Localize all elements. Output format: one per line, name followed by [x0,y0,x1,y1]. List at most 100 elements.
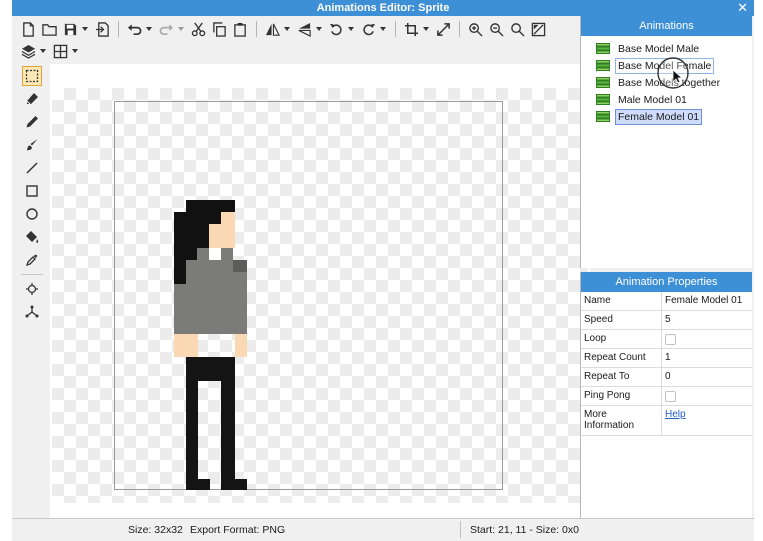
sprite-canvas[interactable] [50,64,590,519]
grid-icon[interactable] [50,41,70,61]
film-strip-icon [595,75,611,91]
sprite-foot-right [221,479,247,490]
fill-bucket-icon[interactable] [22,227,42,247]
status-size: Size: 32x32 [128,524,183,536]
sprite-hair [186,200,235,212]
property-label: Repeat Count [581,349,662,367]
window-title: Animations Editor: Sprite [316,2,450,14]
animation-item[interactable]: Male Model 01 [581,91,752,108]
status-divider [460,521,461,538]
attach-point-icon[interactable] [22,302,42,322]
property-row-loop: Loop [581,330,752,349]
toolbar-separator [459,21,460,37]
layers-dropdown-icon[interactable] [39,41,47,61]
animation-properties-panel: Animation Properties Name Female Model 0… [580,272,752,518]
sprite-hand-right [235,334,247,357]
sprite-face [209,224,221,248]
crop-dropdown-icon[interactable] [422,19,430,39]
redo-icon[interactable] [156,19,176,39]
copy-icon[interactable] [209,19,229,39]
help-link[interactable]: Help [665,409,686,420]
title-bar: Animations Editor: Sprite ✕ [12,0,754,16]
rotate-left-icon[interactable] [326,19,346,39]
animations-panel: Animations Base Model Male Base Model Fe… [580,16,752,268]
zoom-actual-icon[interactable] [528,19,548,39]
grid-dropdown-icon[interactable] [71,41,79,61]
eraser-icon[interactable] [22,89,42,109]
rotate-left-dropdown-icon[interactable] [347,19,355,39]
toolbar-separator [118,21,119,37]
close-icon[interactable]: ✕ [737,0,748,16]
toolbar-separator [256,21,257,37]
sprite-hair [209,212,221,224]
flip-vertical-icon[interactable] [294,19,314,39]
zoom-in-icon[interactable] [465,19,485,39]
status-export-format: Export Format: PNG [190,524,286,536]
paste-icon[interactable] [230,19,250,39]
sprite-face [221,212,235,248]
sprite-hand-left [174,334,198,357]
toolbox-separator [21,274,43,275]
rotate-right-dropdown-icon[interactable] [379,19,387,39]
film-strip-icon [595,109,611,125]
animation-item[interactable]: Female Model 01 [581,108,752,125]
sprite-pants [186,357,235,381]
animation-item-label: Female Model 01 [615,108,703,125]
flip-dropdown-icon[interactable] [283,19,291,39]
new-file-icon[interactable] [18,19,38,39]
sprite-shirt [197,248,209,260]
line-icon[interactable] [22,158,42,178]
flip-vertical-dropdown-icon[interactable] [315,19,323,39]
property-row-repeat-to: Repeat To 0 [581,368,752,387]
status-position: Start: 21, 11 - Size: 0x0 [470,524,579,536]
eyedropper-icon[interactable] [22,250,42,270]
property-row-more-information: More Information Help [581,406,752,436]
zoom-out-icon[interactable] [486,19,506,39]
animation-item-label: Base Model Male [618,42,700,55]
origin-point-icon[interactable] [22,279,42,299]
rotate-right-icon[interactable] [358,19,378,39]
open-folder-icon[interactable] [39,19,59,39]
animations-panel-title: Animations [581,16,752,36]
ellipse-icon[interactable] [22,204,42,224]
cut-icon[interactable] [188,19,208,39]
sprite-collar [209,248,221,260]
property-label: More Information [581,406,662,435]
property-label: Repeat To [581,368,662,386]
toolbar-separator [395,21,396,37]
export-icon[interactable] [92,19,112,39]
film-strip-icon [595,41,611,57]
layers-icon[interactable] [18,41,38,61]
sprite-frame[interactable] [114,101,503,490]
property-row-repeat-count: Repeat Count 1 [581,349,752,368]
repeat-to-field[interactable]: 0 [662,368,752,386]
ping-pong-checkbox[interactable] [665,391,676,402]
resize-icon[interactable] [433,19,453,39]
repeat-count-field[interactable]: 1 [662,349,752,367]
flip-horizontal-icon[interactable] [262,19,282,39]
selection-tool-icon[interactable] [22,66,42,86]
animation-item[interactable]: Base Model Male [581,40,752,57]
zoom-fit-icon[interactable] [507,19,527,39]
property-label: Loop [581,330,662,348]
name-field[interactable]: Female Model 01 [662,292,752,310]
save-dropdown-icon[interactable] [81,19,89,39]
rectangle-icon[interactable] [22,181,42,201]
sprite-shirt [186,260,233,272]
property-row-name: Name Female Model 01 [581,292,752,311]
redo-dropdown-icon[interactable] [177,19,185,39]
save-icon[interactable] [60,19,80,39]
loop-checkbox[interactable] [665,334,676,345]
speed-field[interactable]: 5 [662,311,752,329]
main-toolbar [12,18,592,40]
property-label: Name [581,292,662,310]
pencil-icon[interactable] [22,112,42,132]
film-strip-icon [595,92,611,108]
undo-icon[interactable] [124,19,144,39]
undo-dropdown-icon[interactable] [145,19,153,39]
crop-icon[interactable] [401,19,421,39]
property-label: Ping Pong [581,387,662,405]
brush-icon[interactable] [22,135,42,155]
animation-item-label: Male Model 01 [618,93,687,106]
sprite-shirt [186,272,235,334]
